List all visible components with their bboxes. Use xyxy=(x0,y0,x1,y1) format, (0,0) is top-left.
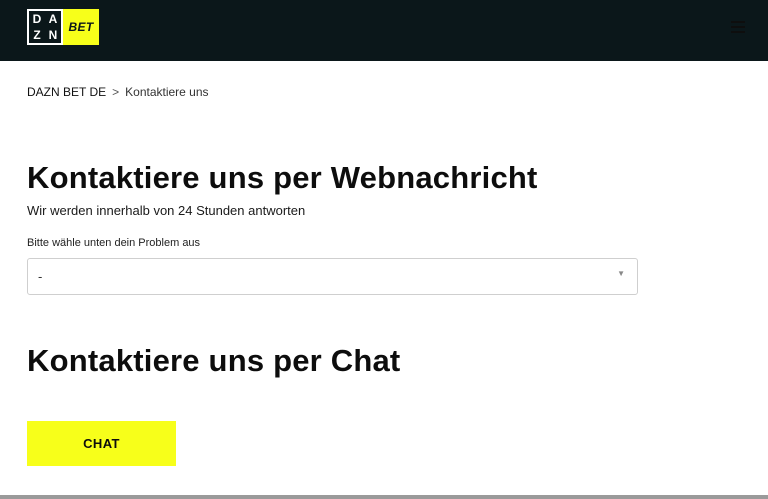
dazn-logo-mark: D A Z N xyxy=(27,9,63,45)
web-message-title: Kontaktiere uns per Webnachricht xyxy=(27,160,538,195)
breadcrumb-home-link[interactable]: DAZN BET DE xyxy=(27,85,106,99)
logo-letter-d: D xyxy=(32,12,42,26)
bottom-divider xyxy=(0,495,768,499)
menu-icon-line xyxy=(731,26,745,28)
top-navigation-bar: D A Z N BET xyxy=(0,0,768,61)
logo-letter-z: Z xyxy=(33,28,41,42)
menu-icon-line xyxy=(731,31,745,33)
dropdown-arrow-icon: ▼ xyxy=(617,269,625,278)
logo-letter-a: A xyxy=(48,12,58,26)
breadcrumb-separator: > xyxy=(112,85,120,99)
menu-icon-line xyxy=(731,21,745,23)
breadcrumb-current: Kontaktiere uns xyxy=(125,85,209,99)
problem-select[interactable]: - ▼ xyxy=(27,258,638,295)
bet-logo-mark: BET xyxy=(63,9,99,45)
breadcrumb: DAZN BET DE > Kontaktiere uns xyxy=(27,85,209,99)
problem-select-value: - xyxy=(38,269,43,284)
logo-letter-n: N xyxy=(48,28,58,42)
chat-button[interactable]: CHAT xyxy=(27,421,176,466)
dazn-bet-logo[interactable]: D A Z N BET xyxy=(27,9,99,45)
problem-select-label: Bitte wähle unten dein Problem aus xyxy=(27,237,201,249)
chat-title: Kontaktiere uns per Chat xyxy=(27,343,401,378)
web-message-subtitle: Wir werden innerhalb von 24 Stunden antw… xyxy=(27,203,306,218)
hamburger-menu-icon[interactable] xyxy=(731,21,745,33)
